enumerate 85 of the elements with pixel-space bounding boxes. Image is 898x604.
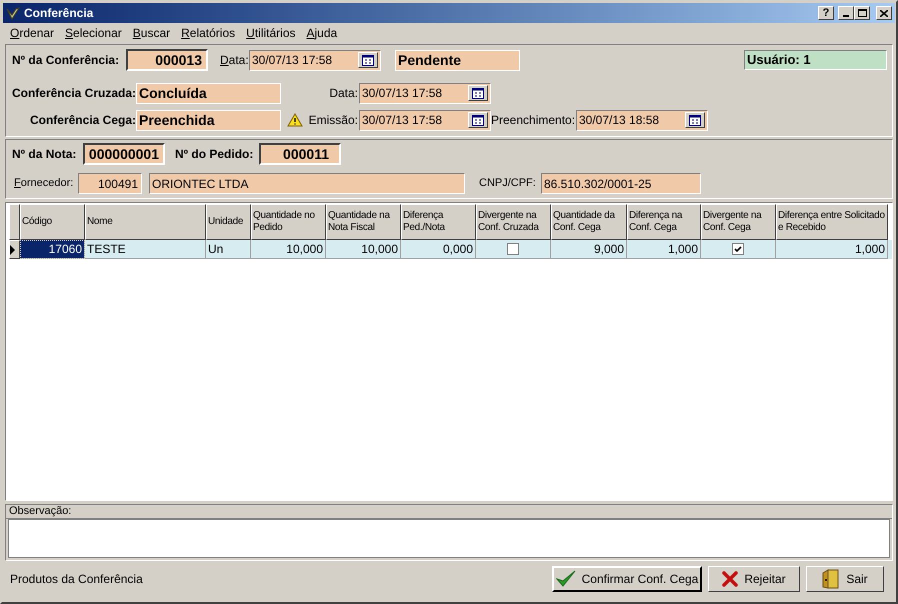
menu-item[interactable]: Ordenar: [10, 24, 54, 42]
table-cell: 1,000: [776, 240, 888, 259]
observation-field[interactable]: [8, 519, 890, 558]
reject-button[interactable]: Rejeitar: [708, 566, 800, 592]
column-header: Divergente na Conf. Cega: [701, 204, 776, 240]
table-row[interactable]: 17060 TESTE Un 10,000 10,000 0,000 9,000 1,000 1,000: [9, 240, 892, 259]
confirm-button[interactable]: Confirmar Conf. Cega: [552, 566, 702, 592]
x-icon: [722, 571, 738, 587]
date-field[interactable]: 30/07/13 17:58: [359, 110, 491, 130]
table-cell: 1,000: [627, 240, 701, 259]
column-header: Quantidade da Conf. Cega: [551, 204, 627, 240]
column-header: Quantidade no Pedido: [251, 204, 326, 240]
order-number: 000011: [259, 143, 341, 165]
calendar-icon: [689, 114, 701, 126]
row-pointer-icon: [10, 244, 15, 254]
field-label: Conferência Cega:: [28, 112, 136, 129]
table-cell: 17060: [20, 240, 85, 259]
date-field[interactable]: 30/07/13 18:58: [576, 110, 708, 130]
date-field[interactable]: 30/07/13 17:58: [359, 82, 491, 104]
date-value: 30/07/13 17:58: [362, 112, 442, 129]
calendar-icon: [472, 114, 484, 126]
close-button[interactable]: [876, 6, 892, 20]
field-label: Nº da Conferência:: [11, 52, 120, 69]
field-label: Preenchimento:: [491, 112, 576, 129]
checkmark-icon: [556, 570, 576, 588]
date-value: 30/07/13 17:58: [252, 52, 332, 69]
field-label: Fornecedor:: [13, 176, 74, 192]
maximize-button[interactable]: [854, 6, 870, 20]
column-header: Diferença entre Solicitado e Recebido: [776, 204, 888, 240]
calendar-button[interactable]: [468, 85, 488, 101]
menu-item[interactable]: Selecionar: [65, 24, 122, 42]
value-field: Concluída: [136, 82, 281, 104]
close-icon: [880, 10, 888, 16]
table-cell: 10,000: [251, 240, 326, 259]
column-header: Unidade: [206, 204, 251, 240]
value-field: Preenchida: [136, 110, 281, 130]
exit-button[interactable]: Sair: [806, 566, 884, 592]
table-cell: 10,000: [326, 240, 401, 259]
calendar-button[interactable]: [358, 52, 378, 68]
table-cell: 9,000: [551, 240, 627, 259]
column-header: Divergente na Conf. Cruzada: [476, 204, 551, 240]
supplier-code: 100491: [78, 173, 142, 194]
field-label: Data:: [220, 52, 249, 69]
user-field: Usuário: 1: [744, 50, 887, 70]
menu-item[interactable]: Relatórios: [181, 24, 236, 42]
conference-number: 000013: [126, 49, 208, 71]
calendar-icon: [472, 88, 484, 98]
menu-item[interactable]: Buscar: [132, 24, 170, 42]
calendar-icon: [362, 54, 374, 66]
status-text: Produtos da Conferência: [10, 571, 143, 588]
door-icon: [822, 569, 840, 589]
checkmark-icon: [734, 246, 742, 252]
maximize-icon: [858, 9, 866, 17]
help-button[interactable]: ?: [818, 6, 834, 20]
checkbox[interactable]: [732, 243, 744, 255]
field-label: CNPJ/CPF:: [479, 176, 537, 192]
cnpj-field: 86.510.302/0001-25: [541, 173, 701, 194]
table-cell: 0,000: [401, 240, 476, 259]
field-label: Emissão:: [308, 112, 359, 129]
menu-item[interactable]: Ajuda: [306, 24, 338, 42]
column-header: Quantidade na Nota Fiscal: [326, 204, 401, 240]
table-cell: Un: [206, 240, 251, 259]
field-label: Nº da Nota:: [11, 146, 78, 163]
app-icon: [6, 6, 20, 20]
date-value: 30/07/13 18:58: [579, 112, 660, 129]
minimize-icon: [843, 15, 849, 17]
field-label: Nº do Pedido:: [175, 146, 254, 163]
supplier-name: ORIONTEC LTDA: [149, 173, 465, 194]
checkbox[interactable]: [507, 243, 519, 255]
field-label: Data:: [328, 85, 359, 102]
column-header: Código: [20, 204, 85, 240]
date-field[interactable]: 30/07/13 17:58: [249, 50, 381, 70]
calendar-button[interactable]: [685, 112, 705, 128]
field-label: Conferência Cruzada:: [10, 85, 136, 102]
column-header: Diferença Ped./Nota: [401, 204, 476, 240]
calendar-button[interactable]: [468, 112, 488, 128]
table-cell: TESTE: [85, 240, 206, 259]
invoice-number: 000000001: [83, 143, 165, 165]
value-field: Pendente: [395, 50, 520, 70]
column-header: Nome: [85, 204, 206, 240]
minimize-button[interactable]: [838, 6, 854, 20]
date-value: 30/07/13 17:58: [362, 85, 442, 102]
window-title: Conferência: [24, 5, 94, 22]
column-header: Diferença na Conf. Cega: [627, 204, 701, 240]
menu-item[interactable]: Utilitários: [246, 24, 296, 42]
